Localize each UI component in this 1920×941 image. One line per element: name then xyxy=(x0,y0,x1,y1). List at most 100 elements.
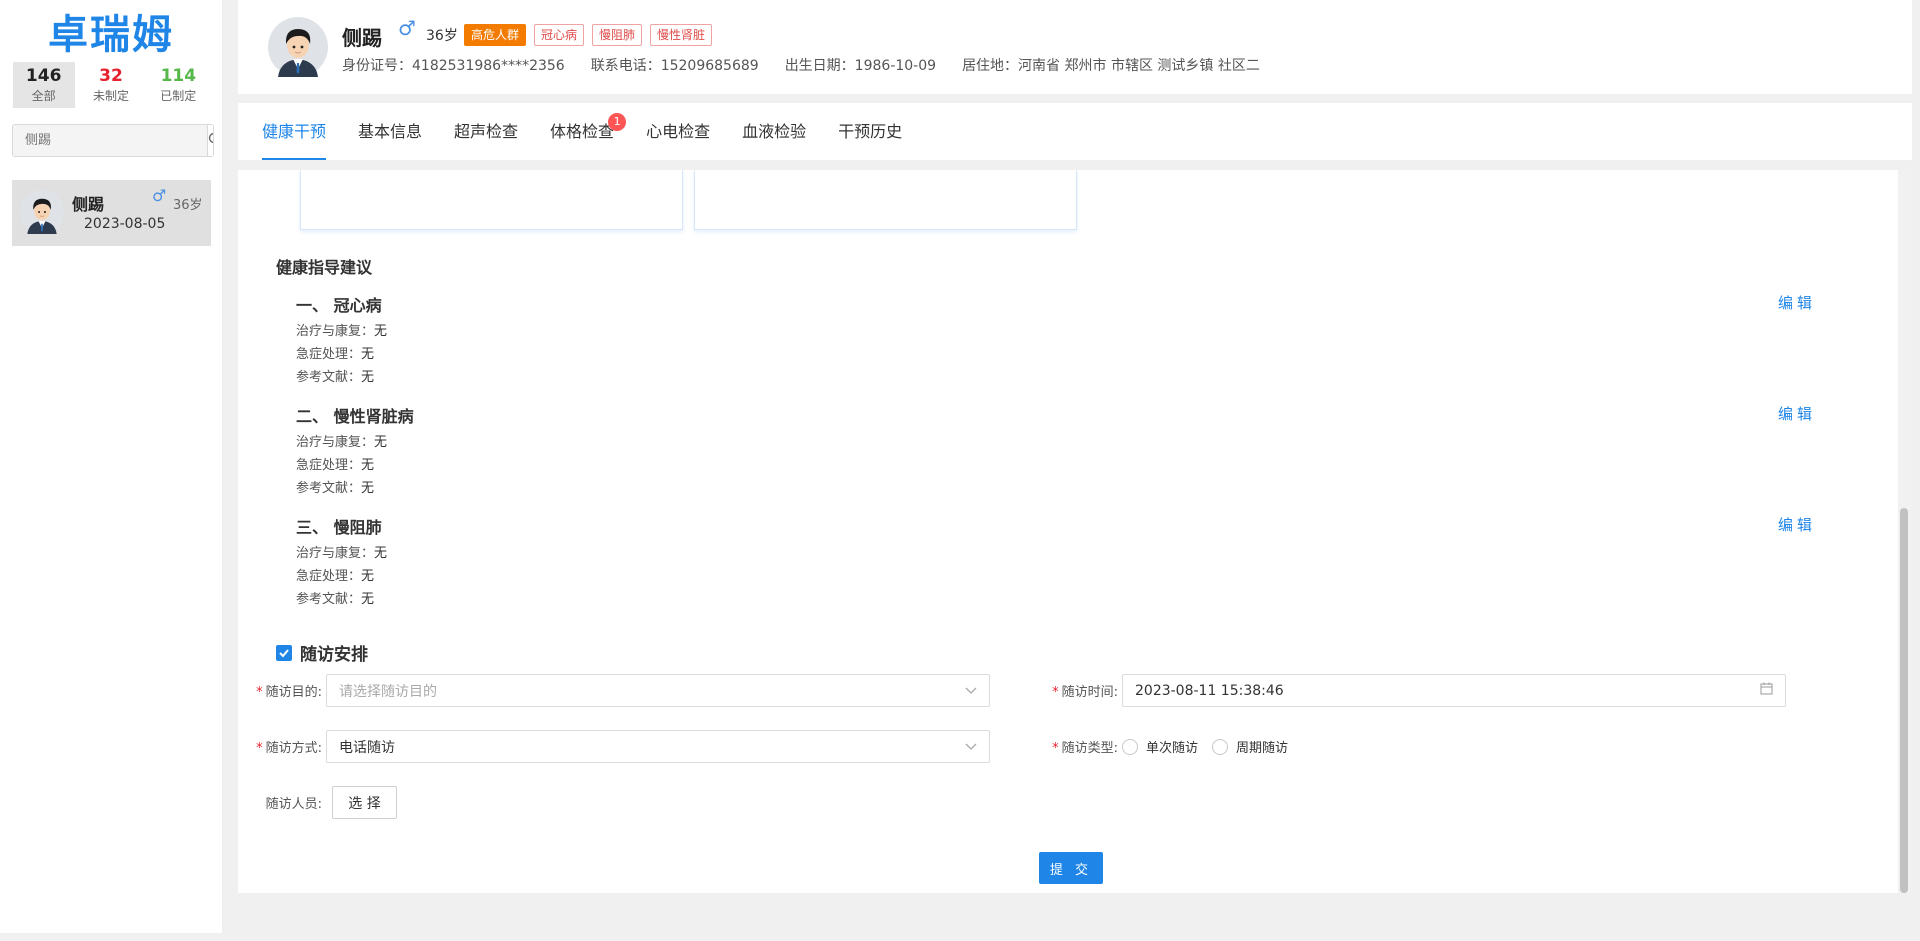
reference-line: 参考文献：无 xyxy=(296,477,1816,496)
treatment-value: 无 xyxy=(374,546,388,561)
patient-tags: 高危人群 冠心病 慢阻肺 慢性肾脏 xyxy=(464,24,713,46)
treatment-line: 治疗与康复：无 xyxy=(296,320,1816,339)
search-button[interactable] xyxy=(207,125,213,156)
tag-chd: 冠心病 xyxy=(534,24,585,46)
radio-single-label: 单次随访 xyxy=(1146,741,1199,756)
phone-info: 联系电话：15209685689 xyxy=(590,58,759,74)
count-undone-label: 未制定 xyxy=(92,89,129,103)
tab-ecg[interactable]: 心电检查 xyxy=(646,103,710,160)
method-row: * 随访方式: 电话随访 xyxy=(238,730,990,763)
guide-item-title: 三、 慢阻肺 xyxy=(296,518,382,537)
tab-basic-info[interactable]: 基本信息 xyxy=(358,103,422,160)
count-all[interactable]: 146 全部 xyxy=(12,62,75,108)
avatar xyxy=(20,190,64,234)
info-card xyxy=(300,170,683,230)
tab-intervention-history[interactable]: 干预历史 xyxy=(838,103,902,160)
patient-sidebar: 卓瑞姆 146 全部 32 未制定 114 已制定 侧踢 侧踢 ♂ 36岁 20… xyxy=(0,0,223,933)
male-icon: ♂ xyxy=(398,16,416,40)
treatment-label: 治疗与康复： xyxy=(296,435,375,450)
purpose-label: * 随访目的: xyxy=(256,685,322,700)
staff-row: 随访人员: 选 择 xyxy=(238,786,397,819)
guide-item-title: 二、 慢性肾脏病 xyxy=(296,407,414,426)
patient-list-item[interactable]: 侧踢 ♂ 36岁 2023-08-05 xyxy=(12,180,211,246)
emergency-line: 急症处理：无 xyxy=(296,454,1816,473)
tab-blood-test[interactable]: 血液检验 xyxy=(742,103,806,160)
patient-list-date: 2023-08-05 xyxy=(84,216,166,232)
treatment-label: 治疗与康复： xyxy=(296,324,375,339)
reference-line: 参考文献：无 xyxy=(296,588,1816,607)
reference-line: 参考文献：无 xyxy=(296,366,1816,385)
count-undone-number: 32 xyxy=(99,66,123,86)
edit-button[interactable]: 编辑 xyxy=(1778,292,1816,313)
reference-value: 无 xyxy=(361,481,375,496)
treatment-value: 无 xyxy=(374,435,388,450)
emergency-label: 急症处理： xyxy=(296,347,362,362)
treatment-line: 治疗与康复：无 xyxy=(296,431,1816,450)
edit-button[interactable]: 编辑 xyxy=(1778,514,1816,535)
guide-title: 健康指导建议 xyxy=(276,258,373,277)
reference-value: 无 xyxy=(361,592,375,607)
reference-value: 无 xyxy=(361,370,375,385)
submit-button[interactable]: 提 交 xyxy=(1039,852,1103,884)
info-card xyxy=(694,170,1077,230)
emergency-line: 急症处理：无 xyxy=(296,343,1816,362)
time-value: 2023-08-11 15:38:46 xyxy=(1135,682,1284,699)
emergency-line: 急症处理：无 xyxy=(296,565,1816,584)
radio-periodic-label: 周期随访 xyxy=(1236,741,1289,756)
chevron-down-icon xyxy=(965,683,977,699)
chevron-down-icon xyxy=(965,739,977,755)
followup-title: 随访安排 xyxy=(300,645,368,665)
tab-bar: 健康干预 基本信息 超声检查 体格检查 1 心电检查 血液检验 干预历史 xyxy=(238,103,1912,160)
scrollbar-thumb[interactable] xyxy=(1900,508,1908,893)
count-summary: 146 全部 32 未制定 114 已制定 xyxy=(0,62,222,108)
reference-label: 参考文献： xyxy=(296,481,362,496)
count-all-label: 全部 xyxy=(31,89,56,103)
tag-high-risk: 高危人群 xyxy=(464,24,527,46)
patient-info-line: 身份证号：4182531986****2356 联系电话：15209685689… xyxy=(342,55,1260,75)
count-done-label: 已制定 xyxy=(160,89,197,103)
main-content: 健康指导建议 一、 冠心病 编辑 治疗与康复：无 急症处理：无 参考文献：无 二… xyxy=(238,170,1898,893)
tag-ckd: 慢性肾脏 xyxy=(650,24,713,46)
guide-item: 二、 慢性肾脏病 编辑 治疗与康复：无 急症处理：无 参考文献：无 xyxy=(296,403,1816,496)
patient-name: 侧踢 xyxy=(342,26,382,50)
type-row: * 随访类型: 单次随访 周期随访 xyxy=(1034,730,1302,763)
id-card-info: 身份证号：4182531986****2356 xyxy=(342,58,565,74)
search-icon xyxy=(208,132,213,150)
staff-label: 随访人员: xyxy=(265,797,322,812)
app-logo: 卓瑞姆 xyxy=(48,12,174,58)
radio-periodic[interactable]: 周期随访 xyxy=(1212,737,1288,756)
emergency-value: 无 xyxy=(361,569,375,584)
count-undone[interactable]: 32 未制定 xyxy=(80,62,142,108)
time-picker[interactable]: 2023-08-11 15:38:46 xyxy=(1122,674,1786,707)
calendar-icon xyxy=(1760,682,1773,699)
select-staff-button[interactable]: 选 择 xyxy=(332,786,397,819)
time-label: * 随访时间: xyxy=(1052,685,1118,700)
reference-label: 参考文献： xyxy=(296,592,362,607)
emergency-value: 无 xyxy=(361,347,375,362)
purpose-select[interactable]: 请选择随访目的 xyxy=(326,674,990,707)
edit-button[interactable]: 编辑 xyxy=(1778,403,1816,424)
followup-header: 随访安排 xyxy=(276,640,368,665)
treatment-label: 治疗与康复： xyxy=(296,546,375,561)
count-all-number: 146 xyxy=(25,66,62,86)
emergency-label: 急症处理： xyxy=(296,569,362,584)
followup-checkbox[interactable] xyxy=(276,644,292,661)
tab-physical-exam[interactable]: 体格检查 1 xyxy=(550,103,627,160)
radio-circle xyxy=(1122,738,1138,755)
emergency-value: 无 xyxy=(361,458,375,473)
type-label: * 随访类型: xyxy=(1052,741,1118,756)
reference-label: 参考文献： xyxy=(296,370,362,385)
count-done[interactable]: 114 已制定 xyxy=(147,62,209,108)
radio-single[interactable]: 单次随访 xyxy=(1122,737,1198,756)
emergency-label: 急症处理： xyxy=(296,458,362,473)
radio-circle xyxy=(1212,738,1229,755)
purpose-placeholder: 请选择随访目的 xyxy=(339,683,437,700)
tab-health-intervention[interactable]: 健康干预 xyxy=(262,103,327,160)
treatment-line: 治疗与康复：无 xyxy=(296,542,1816,561)
search-input[interactable] xyxy=(13,125,207,156)
tab-ultrasound[interactable]: 超声检查 xyxy=(454,103,518,160)
male-icon: ♂ xyxy=(152,186,167,205)
method-select[interactable]: 电话随访 xyxy=(326,730,990,763)
count-done-number: 114 xyxy=(160,66,197,86)
address-info: 居住地：河南省 郑州市 市辖区 测试乡镇 社区二 xyxy=(962,58,1260,74)
